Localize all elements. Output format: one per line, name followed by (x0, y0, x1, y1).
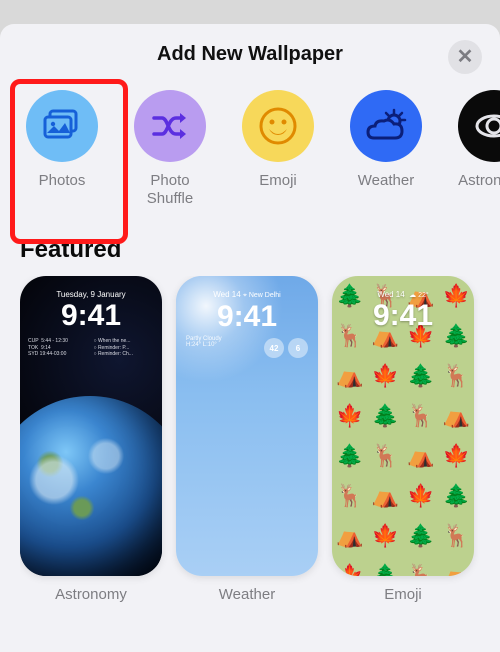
category-photo-shuffle[interactable]: Photo Shuffle (130, 90, 210, 208)
emoji-cell: 🦌 (336, 483, 363, 509)
emoji-cell: 🦌 (407, 563, 434, 576)
emoji-cell: 🌲 (407, 523, 434, 549)
category-label: Weather (358, 172, 414, 208)
featured-label: Weather (219, 586, 275, 603)
lock-time: 9:41 (332, 301, 474, 331)
category-photos[interactable]: Photos (22, 90, 102, 208)
emoji-cell: 🦌 (407, 403, 434, 429)
emoji-cell: ⛺ (372, 483, 399, 509)
category-astronomy[interactable]: Astronomy (454, 90, 500, 208)
emoji-cell: ⛺ (336, 363, 363, 389)
lock-temp: ☁ 22° (409, 292, 429, 299)
uv-badge: 6 (288, 338, 308, 358)
featured-card-emoji[interactable]: 🌲🦌⛺🍁🦌⛺🍁🌲⛺🍁🌲🦌🍁🌲🦌⛺🌲🦌⛺🍁🦌⛺🍁🌲⛺🍁🌲🦌🍁🌲🦌⛺ Wed 14 … (332, 276, 474, 603)
add-wallpaper-sheet: Add New Wallpaper ✕ Photos (0, 24, 500, 652)
sheet-title: Add New Wallpaper (157, 43, 343, 66)
lockscreen-overlay: Tuesday, 9 January 9:41 (20, 290, 162, 331)
emoji-cell: 🌲 (443, 483, 470, 509)
shuffle-icon (134, 90, 206, 162)
weather-subtext: Partly Cloudy H:24° L:10° (186, 336, 222, 348)
emoji-cell: ⛺ (443, 403, 470, 429)
emoji-cell: 🍁 (336, 563, 363, 576)
featured-cards: Tuesday, 9 January 9:41 CUP 5:44 - 12:30… (20, 276, 480, 603)
lockscreen-overlay: Wed 14 ⌖ New Delhi 9:41 (176, 290, 318, 332)
emoji-cell: 🦌 (443, 363, 470, 389)
emoji-icon (242, 90, 314, 162)
lock-time: 9:41 (20, 301, 162, 331)
lock-date: Wed 14 ⌖ New Delhi (176, 290, 318, 300)
emoji-cell: 🦌 (443, 523, 470, 549)
emoji-cell: 🍁 (336, 403, 363, 429)
featured-label: Emoji (384, 586, 422, 603)
emoji-cell: 🦌 (372, 443, 399, 469)
category-weather[interactable]: Weather (346, 90, 426, 208)
emoji-cell: ⛺ (336, 523, 363, 549)
emoji-cell: 🍁 (443, 443, 470, 469)
lock-widgets: CUP 5:44 - 12:30 TOK 9:14 SYD 19:44-03:0… (28, 338, 154, 358)
lock-time: 9:41 (176, 302, 318, 332)
emoji-cell: 🌲 (407, 363, 434, 389)
close-button[interactable]: ✕ (448, 40, 482, 74)
emoji-cell: ⛺ (443, 563, 470, 576)
weather-preview: Wed 14 ⌖ New Delhi 9:41 Partly Cloudy H:… (176, 276, 318, 576)
featured-label: Astronomy (55, 586, 127, 603)
earth-graphic (20, 396, 162, 576)
emoji-cell: 🌲 (372, 563, 399, 576)
category-label: Photo Shuffle (130, 172, 210, 208)
lock-date: Tuesday, 9 January (20, 290, 162, 299)
emoji-cell: ⛺ (407, 443, 434, 469)
featured-section: Featured Tuesday, 9 January 9:41 CUP 5:4… (0, 218, 500, 603)
astronomy-preview: Tuesday, 9 January 9:41 CUP 5:44 - 12:30… (20, 276, 162, 576)
widget-left: CUP 5:44 - 12:30 TOK 9:14 SYD 19:44-03:0… (28, 338, 88, 358)
lockscreen-overlay: Wed 14 ☁ 22° 9:41 (332, 290, 474, 331)
weather-badges: 42 6 (264, 338, 308, 358)
category-label: Photos (39, 172, 86, 208)
emoji-cell: 🍁 (372, 523, 399, 549)
category-row: Photos Photo Shuffle (0, 84, 500, 218)
emoji-cell: 🌲 (372, 403, 399, 429)
close-icon: ✕ (457, 47, 474, 67)
featured-card-weather[interactable]: Wed 14 ⌖ New Delhi 9:41 Partly Cloudy H:… (176, 276, 318, 603)
lock-location: ⌖ New Delhi (243, 292, 281, 299)
category-label: Emoji (259, 172, 297, 208)
featured-card-astronomy[interactable]: Tuesday, 9 January 9:41 CUP 5:44 - 12:30… (20, 276, 162, 603)
sheet-header: Add New Wallpaper ✕ (0, 24, 500, 84)
emoji-cell: 🌲 (336, 443, 363, 469)
emoji-cell: 🍁 (407, 483, 434, 509)
featured-heading: Featured (20, 236, 480, 264)
astronomy-icon (458, 90, 500, 162)
category-emoji[interactable]: Emoji (238, 90, 318, 208)
emoji-preview: 🌲🦌⛺🍁🦌⛺🍁🌲⛺🍁🌲🦌🍁🌲🦌⛺🌲🦌⛺🍁🦌⛺🍁🌲⛺🍁🌲🦌🍁🌲🦌⛺ Wed 14 … (332, 276, 474, 576)
weather-icon (350, 90, 422, 162)
aqi-badge: 42 (264, 338, 284, 358)
lock-date: Wed 14 ☁ 22° (332, 290, 474, 299)
emoji-cell: 🍁 (372, 363, 399, 389)
photos-icon (26, 90, 98, 162)
category-label: Astronomy (458, 172, 500, 208)
widget-right: ○ When the ne... ○ Reminder: P... ○ Remi… (94, 338, 154, 358)
